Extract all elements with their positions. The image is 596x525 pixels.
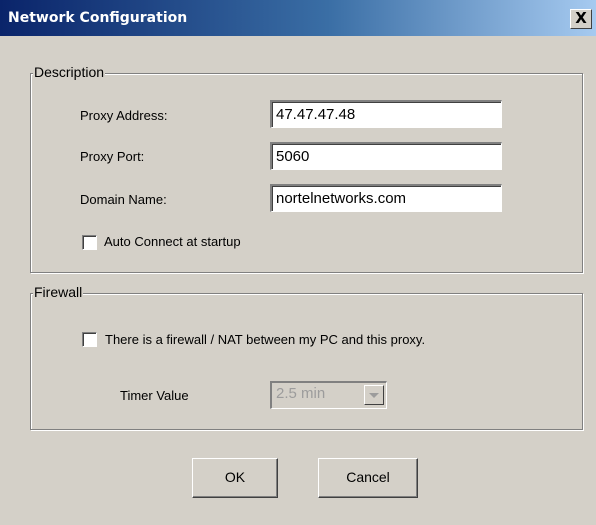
- proxy-port-label: Proxy Port:: [80, 149, 145, 164]
- firewall-group-legend: Firewall: [33, 284, 84, 300]
- firewall-nat-checkbox[interactable]: [82, 332, 97, 347]
- network-configuration-dialog: Network Configuration X Description Prox…: [0, 0, 596, 525]
- window-title: Network Configuration: [8, 10, 188, 26]
- timer-value-label: Timer Value: [120, 388, 189, 403]
- timer-value-select[interactable]: 2.5 min: [270, 381, 387, 409]
- proxy-address-label: Proxy Address:: [80, 108, 168, 123]
- description-group-legend: Description: [33, 64, 106, 80]
- close-button[interactable]: X: [570, 9, 592, 29]
- proxy-port-input[interactable]: [270, 142, 502, 170]
- cancel-button[interactable]: Cancel: [318, 458, 418, 498]
- ok-button[interactable]: OK: [192, 458, 278, 498]
- proxy-address-input[interactable]: [270, 100, 502, 128]
- firewall-group: [30, 293, 583, 430]
- title-bar[interactable]: Network Configuration X: [0, 0, 596, 36]
- domain-name-label: Domain Name:: [80, 192, 167, 207]
- close-icon: X: [575, 9, 587, 27]
- domain-name-input[interactable]: [270, 184, 502, 212]
- auto-connect-label[interactable]: Auto Connect at startup: [104, 234, 241, 249]
- auto-connect-checkbox[interactable]: [82, 235, 97, 250]
- chevron-down-icon: [369, 393, 379, 398]
- firewall-nat-label[interactable]: There is a firewall / NAT between my PC …: [105, 332, 425, 347]
- timer-dropdown-button[interactable]: [364, 385, 384, 405]
- timer-value-selected: 2.5 min: [276, 385, 326, 402]
